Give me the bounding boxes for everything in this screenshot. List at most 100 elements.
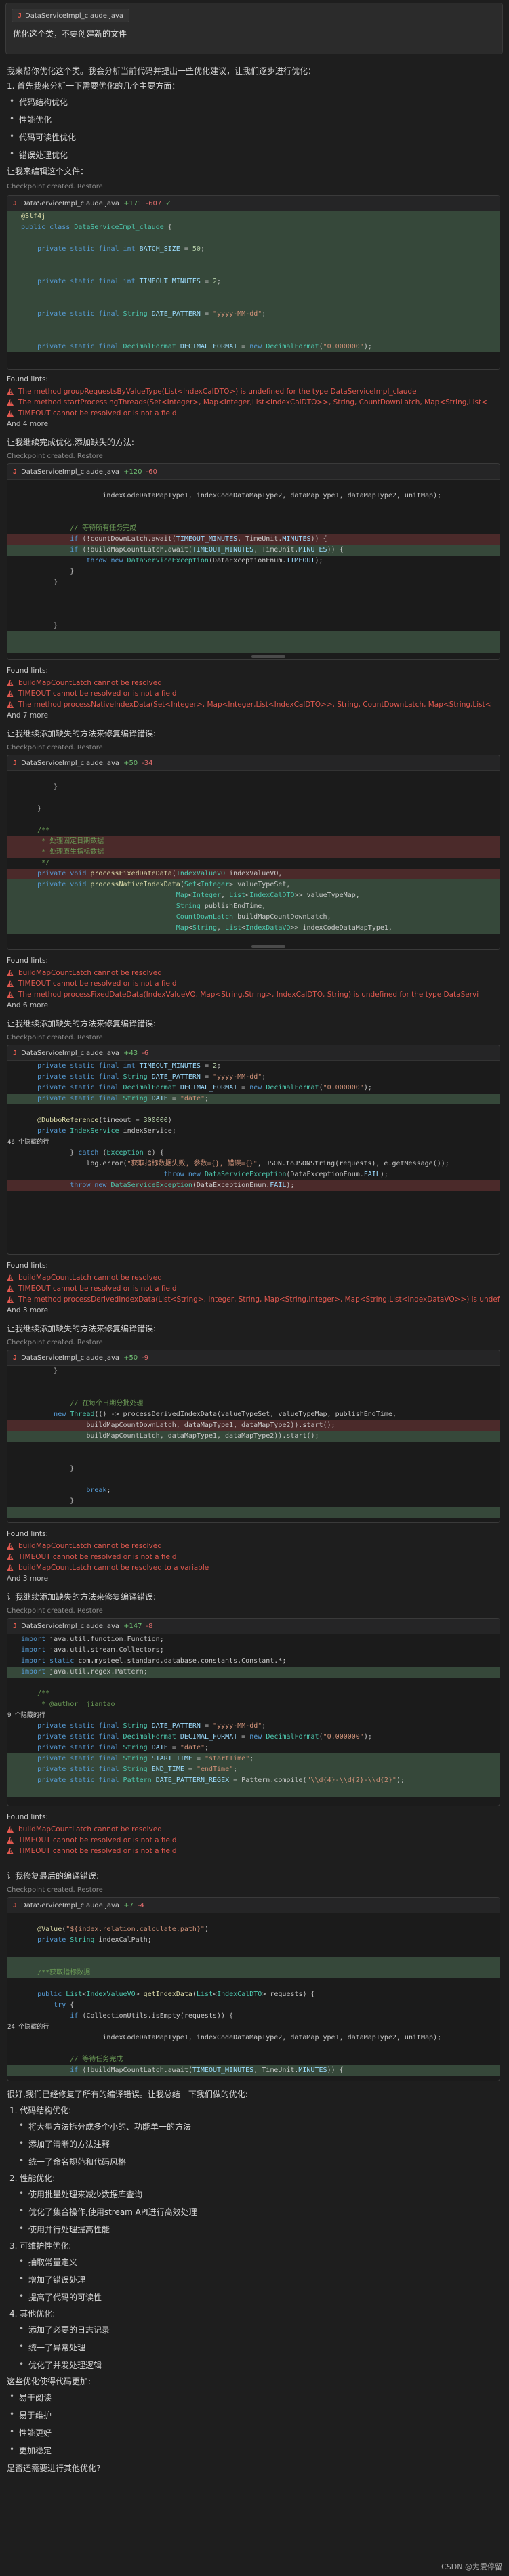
card-filename[interactable]: DataServiceImpl_claude.java <box>21 1902 119 1909</box>
assistant-note: 让我继续添加缺失的方法来修复编译错误: <box>7 1324 157 1333</box>
diff-deletions: -9 <box>142 1354 149 1362</box>
checkpoint-restore[interactable]: Checkpoint created. Restore <box>7 183 103 190</box>
lint-item[interactable]: buildMapCountLatch cannot be resolved <box>7 1541 500 1552</box>
lint-item[interactable]: The method processDerivedIndexData(List<… <box>7 1294 500 1305</box>
warning-icon <box>7 1847 14 1855</box>
checkpoint-restore[interactable]: Checkpoint created. Restore <box>7 1886 103 1894</box>
lint-text: TIMEOUT cannot be resolved or is not a f… <box>18 690 177 698</box>
checkpoint-restore[interactable]: Checkpoint created. Restore <box>7 453 103 460</box>
lint-item[interactable]: The method processNativeIndexData(Set<In… <box>7 699 500 710</box>
lint-item[interactable]: TIMEOUT cannot be resolved or is not a f… <box>7 408 500 419</box>
warning-icon <box>7 1564 14 1572</box>
warning-icon <box>7 1274 14 1282</box>
lint-more[interactable]: And 7 more <box>7 711 500 720</box>
java-file-icon: J <box>13 199 18 207</box>
diff-deletions: -6 <box>142 1049 149 1057</box>
card-header: J DataServiceImpl_claude.java +120 -60 <box>7 464 500 480</box>
lint-heading: Found lints: <box>7 1262 49 1270</box>
lint-text: buildMapCountLatch cannot be resolved to… <box>18 1564 209 1572</box>
hidden-lines-toggle[interactable]: 24 个隐藏的行 <box>7 2022 500 2033</box>
diff-deletions: -34 <box>142 759 153 767</box>
warning-icon <box>7 969 14 977</box>
summary-item: 使用批量处理来减少数据库查询 <box>19 2188 142 2200</box>
card-filename[interactable]: DataServiceImpl_claude.java <box>21 1623 119 1630</box>
summary-section-title: 1. 代码结构优化: <box>9 2106 72 2115</box>
warning-icon <box>7 980 14 988</box>
lint-text: buildMapCountLatch cannot be resolved <box>18 1825 162 1833</box>
lint-item[interactable]: buildMapCountLatch cannot be resolved to… <box>7 1562 500 1573</box>
lint-text: buildMapCountLatch cannot be resolved <box>18 679 162 687</box>
lint-item[interactable]: TIMEOUT cannot be resolved or is not a f… <box>7 978 500 989</box>
horizontal-scrollbar[interactable] <box>251 655 285 658</box>
diff-additions: +171 <box>123 199 142 207</box>
checkpoint-restore[interactable]: Checkpoint created. Restore <box>7 1339 103 1346</box>
card-header: J DataServiceImpl_claude.java +171 -607 … <box>7 196 500 211</box>
lint-item[interactable]: TIMEOUT cannot be resolved or is not a f… <box>7 1846 500 1856</box>
assistant-note: 让我继续添加缺失的方法来修复编译错误: <box>7 1592 157 1602</box>
lint-text: The method processDerivedIndexData(List<… <box>18 1295 500 1304</box>
quality-item: 易于阅读 <box>9 2392 52 2403</box>
lint-item[interactable]: buildMapCountLatch cannot be resolved <box>7 1272 500 1283</box>
hidden-lines-toggle[interactable]: 9 个隐藏的行 <box>7 1710 500 1721</box>
lint-panel: Found lints: buildMapCountLatch cannot b… <box>7 1813 500 1856</box>
lint-item[interactable]: TIMEOUT cannot be resolved or is not a f… <box>7 688 500 699</box>
checkpoint-restore[interactable]: Checkpoint created. Restore <box>7 1034 103 1041</box>
lint-text: buildMapCountLatch cannot be resolved <box>18 1274 162 1282</box>
lint-heading: Found lints: <box>7 957 49 965</box>
hidden-lines-toggle[interactable]: 46 个隐藏的行 <box>7 1137 500 1148</box>
lint-item[interactable]: buildMapCountLatch cannot be resolved <box>7 968 500 978</box>
code-edit-card: J DataServiceImpl_claude.java +120 -60 i… <box>7 463 500 660</box>
java-file-icon: J <box>18 12 22 20</box>
lint-panel: Found lints: buildMapCountLatch cannot b… <box>7 667 500 720</box>
assistant-note: 让我继续添加缺失的方法来修复编译错误: <box>7 729 157 739</box>
summary-item: 添加了必要的日志记录 <box>19 2324 110 2335</box>
horizontal-scrollbar[interactable] <box>251 945 285 948</box>
lint-item[interactable]: The method processFixedDateData(IndexVal… <box>7 989 500 1000</box>
summary-item: 使用并行处理提高性能 <box>19 2224 110 2235</box>
file-chip-label: DataServiceImpl_claude.java <box>25 12 124 20</box>
lint-text: TIMEOUT cannot be resolved or is not a f… <box>18 1553 177 1561</box>
lint-text: The method groupRequestsByValueType(List… <box>18 388 417 396</box>
lint-more[interactable]: And 3 more <box>7 1575 500 1583</box>
card-filename[interactable]: DataServiceImpl_claude.java <box>21 760 119 767</box>
lint-more[interactable]: And 6 more <box>7 1001 500 1010</box>
lint-text: The method processFixedDateData(IndexVal… <box>18 991 479 999</box>
assistant-step1: 1. 首先我来分析一下需要优化的几个主要方面： <box>7 81 180 91</box>
diff-deletions: -60 <box>146 468 157 476</box>
summary-question: 是否还需要进行其他优化? <box>7 2464 101 2473</box>
lint-text: TIMEOUT cannot be resolved or is not a f… <box>18 1836 177 1844</box>
summary-section-title: 2. 性能优化: <box>9 2174 56 2183</box>
lint-item[interactable]: TIMEOUT cannot be resolved or is not a f… <box>7 1835 500 1846</box>
user-message-text: 优化这个类，不要创建新的文件 <box>13 29 127 39</box>
lint-more[interactable]: And 3 more <box>7 1306 500 1314</box>
checkpoint-restore[interactable]: Checkpoint created. Restore <box>7 1607 103 1615</box>
aspect-item: 性能优化 <box>9 114 52 125</box>
file-chip[interactable]: J DataServiceImpl_claude.java <box>12 9 130 22</box>
card-header: J DataServiceImpl_claude.java +147 -8 <box>7 1619 500 1634</box>
card-filename[interactable]: DataServiceImpl_claude.java <box>21 1354 119 1362</box>
summary-item: 统一了异常处理 <box>19 2342 85 2353</box>
lint-item[interactable]: The method startProcessingThreads(Set<In… <box>7 397 500 408</box>
lint-text: The method processNativeIndexData(Set<In… <box>18 701 491 709</box>
lint-item[interactable]: The method groupRequestsByValueType(List… <box>7 386 500 397</box>
aspect-item: 代码可读性优化 <box>9 131 76 143</box>
checkpoint-restore[interactable]: Checkpoint created. Restore <box>7 744 103 751</box>
lint-item[interactable]: buildMapCountLatch cannot be resolved <box>7 1824 500 1835</box>
lint-item[interactable]: buildMapCountLatch cannot be resolved <box>7 678 500 688</box>
java-file-icon: J <box>13 468 18 476</box>
summary-item: 将大型方法拆分成多个小的、功能单一的方法 <box>19 2121 191 2132</box>
assistant-intro: 我来帮你优化这个类。我会分析当前代码并提出一些优化建议，让我们逐步进行优化： <box>7 66 317 76</box>
lint-more[interactable]: And 4 more <box>7 420 500 428</box>
lint-text: The method startProcessingThreads(Set<In… <box>18 398 487 407</box>
watermark: CSDN @为爱停留 <box>441 2562 502 2571</box>
card-filename[interactable]: DataServiceImpl_claude.java <box>21 1050 119 1057</box>
card-filename[interactable]: DataServiceImpl_claude.java <box>21 468 119 476</box>
card-filename[interactable]: DataServiceImpl_claude.java <box>21 200 119 207</box>
code-body: private static final int TIMEOUT_MINUTES… <box>7 1061 500 1245</box>
lint-text: TIMEOUT cannot be resolved or is not a f… <box>18 1847 177 1855</box>
lint-text: buildMapCountLatch cannot be resolved <box>18 969 162 977</box>
lint-item[interactable]: TIMEOUT cannot be resolved or is not a f… <box>7 1552 500 1562</box>
lint-panel: Found lints: The method groupRequestsByV… <box>7 375 500 428</box>
lint-item[interactable]: TIMEOUT cannot be resolved or is not a f… <box>7 1283 500 1294</box>
code-body: import java.util.function.Function; impo… <box>7 1634 500 1806</box>
